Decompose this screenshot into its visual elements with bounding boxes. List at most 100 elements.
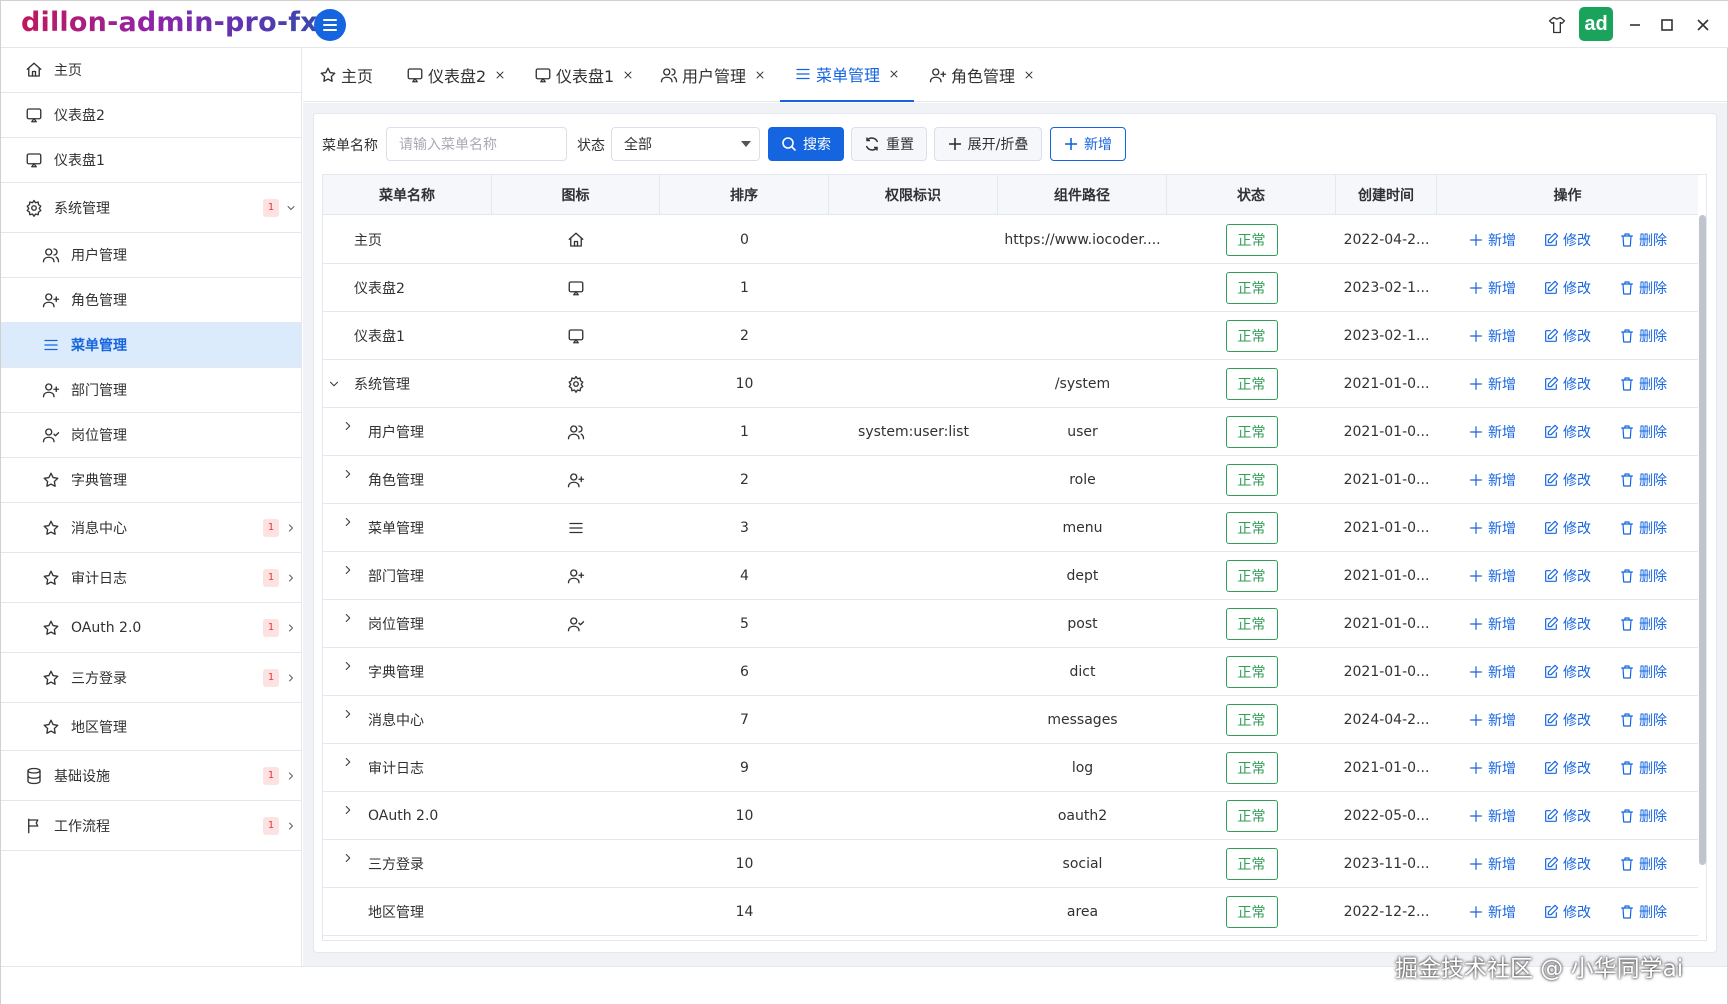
row-add-button[interactable]: 新增 — [1468, 456, 1516, 504]
sidebar-item[interactable]: 工作流程 1 — [1, 801, 301, 851]
sidebar-item[interactable]: 菜单管理 — [1, 323, 301, 368]
row-add-button[interactable]: 新增 — [1468, 888, 1516, 936]
row-add-button[interactable]: 新增 — [1468, 264, 1516, 312]
row-delete-button[interactable]: 删除 — [1619, 840, 1667, 888]
row-add-button[interactable]: 新增 — [1468, 600, 1516, 648]
close-icon[interactable] — [888, 68, 900, 80]
row-delete-button[interactable]: 删除 — [1619, 600, 1667, 648]
sidebar-item[interactable]: 仪表盘2 — [1, 93, 301, 138]
row-add-button[interactable]: 新增 — [1468, 216, 1516, 264]
row-edit-button[interactable]: 修改 — [1543, 504, 1591, 552]
chevron-right-icon[interactable] — [341, 450, 355, 498]
row-delete-button[interactable]: 删除 — [1619, 552, 1667, 600]
close-icon[interactable] — [1691, 11, 1715, 39]
chevron-right-icon[interactable] — [285, 820, 297, 832]
tab[interactable]: 仪表盘1 — [520, 48, 648, 102]
row-edit-button[interactable]: 修改 — [1543, 696, 1591, 744]
row-edit-button[interactable]: 修改 — [1543, 840, 1591, 888]
row-add-button[interactable]: 新增 — [1468, 360, 1516, 408]
status-select[interactable]: 全部 — [611, 127, 760, 161]
row-add-button[interactable]: 新增 — [1468, 744, 1516, 792]
tab[interactable]: 主页 — [305, 48, 387, 102]
table-row[interactable]: 地区管理 14 area 正常 2022-12-2... 新增 修改 删除 — [323, 888, 1698, 936]
table-row[interactable]: 岗位管理 5 post 正常 2021-01-0... 新增 修改 删除 — [323, 600, 1698, 648]
table-row[interactable]: 系统管理 10/system 正常 2021-01-0... 新增 修改 删除 — [323, 360, 1698, 408]
row-delete-button[interactable]: 删除 — [1619, 696, 1667, 744]
row-delete-button[interactable]: 删除 — [1619, 312, 1667, 360]
chevron-right-icon[interactable] — [341, 690, 355, 738]
row-edit-button[interactable]: 修改 — [1543, 456, 1591, 504]
row-delete-button[interactable]: 删除 — [1619, 648, 1667, 696]
row-edit-button[interactable]: 修改 — [1543, 216, 1591, 264]
row-add-button[interactable]: 新增 — [1468, 792, 1516, 840]
expand-collapse-button[interactable]: 展开/折叠 — [934, 127, 1042, 161]
row-edit-button[interactable]: 修改 — [1543, 648, 1591, 696]
row-add-button[interactable]: 新增 — [1468, 696, 1516, 744]
table-row[interactable]: OAuth 2.0 10 oauth2 正常 2022-05-0... 新增 修改 删除 — [323, 792, 1698, 840]
avatar[interactable]: ad — [1579, 7, 1613, 41]
chevron-down-icon[interactable] — [327, 360, 341, 408]
sidebar-item[interactable]: 地区管理 — [1, 703, 301, 751]
sidebar-item[interactable]: 消息中心 1 — [1, 503, 301, 553]
table-row[interactable]: 角色管理 2 role 正常 2021-01-0... 新增 修改 删除 — [323, 456, 1698, 504]
table-row[interactable]: 部门管理 4 dept 正常 2021-01-0... 新增 修改 删除 — [323, 552, 1698, 600]
minimize-icon[interactable] — [1623, 11, 1647, 39]
row-edit-button[interactable]: 修改 — [1543, 408, 1591, 456]
row-edit-button[interactable]: 修改 — [1543, 552, 1591, 600]
row-edit-button[interactable]: 修改 — [1543, 744, 1591, 792]
table-row[interactable]: 用户管理 1 system:user:list user 正常 2021-01-0... 新… — [323, 408, 1698, 456]
table-row[interactable]: 主页 0 https://www.iocoder.... 正常 2022-04-2...… — [323, 216, 1698, 264]
row-delete-button[interactable]: 删除 — [1619, 216, 1667, 264]
chevron-right-icon[interactable] — [285, 770, 297, 782]
row-delete-button[interactable]: 删除 — [1619, 264, 1667, 312]
row-delete-button[interactable]: 删除 — [1619, 504, 1667, 552]
table-row[interactable]: 仪表盘1 2 正常 2023-02-1... 新增 修改 删除 — [323, 312, 1698, 360]
chevron-right-icon[interactable] — [341, 642, 355, 690]
chevron-right-icon[interactable] — [341, 594, 355, 642]
tab[interactable]: 仪表盘2 — [392, 48, 520, 102]
row-add-button[interactable]: 新增 — [1468, 504, 1516, 552]
menu-name-input[interactable]: 请输入菜单名称 — [386, 127, 567, 161]
row-delete-button[interactable]: 删除 — [1619, 408, 1667, 456]
table-row[interactable]: 三方登录 10 social 正常 2023-11-0... 新增 修改 删除 — [323, 840, 1698, 888]
search-button[interactable]: 搜索 — [768, 127, 844, 161]
chevron-right-icon[interactable] — [341, 498, 355, 546]
chevron-right-icon[interactable] — [341, 738, 355, 786]
chevron-right-icon[interactable] — [341, 834, 355, 882]
close-icon[interactable] — [494, 69, 506, 81]
sidebar-item[interactable]: 岗位管理 — [1, 413, 301, 458]
sidebar-item[interactable]: 主页 — [1, 48, 301, 93]
sidebar-item[interactable]: 仪表盘1 — [1, 138, 301, 183]
table-row[interactable]: 仪表盘2 1 正常 2023-02-1... 新增 修改 删除 — [323, 264, 1698, 312]
sidebar-item[interactable]: 角色管理 — [1, 278, 301, 323]
row-delete-button[interactable]: 删除 — [1619, 360, 1667, 408]
sidebar-item[interactable]: 三方登录 1 — [1, 653, 301, 703]
row-edit-button[interactable]: 修改 — [1543, 360, 1591, 408]
sidebar-item[interactable]: 字典管理 — [1, 458, 301, 503]
row-edit-button[interactable]: 修改 — [1543, 312, 1591, 360]
theme-icon[interactable] — [1545, 11, 1569, 39]
row-edit-button[interactable]: 修改 — [1543, 792, 1591, 840]
row-edit-button[interactable]: 修改 — [1543, 888, 1591, 936]
row-edit-button[interactable]: 修改 — [1543, 264, 1591, 312]
sidebar-item[interactable]: 审计日志 1 — [1, 553, 301, 603]
row-add-button[interactable]: 新增 — [1468, 840, 1516, 888]
sidebar-item[interactable]: OAuth 2.0 1 — [1, 603, 301, 653]
sidebar-item[interactable]: 部门管理 — [1, 368, 301, 413]
sidebar-item[interactable]: 用户管理 — [1, 233, 301, 278]
sidebar-item[interactable]: 基础设施 1 — [1, 751, 301, 801]
chevron-down-icon[interactable] — [285, 202, 297, 214]
row-edit-button[interactable]: 修改 — [1543, 600, 1591, 648]
tab[interactable]: 角色管理 — [915, 48, 1049, 102]
row-delete-button[interactable]: 删除 — [1619, 456, 1667, 504]
chevron-right-icon[interactable] — [285, 672, 297, 684]
close-icon[interactable] — [1023, 69, 1035, 81]
chevron-right-icon[interactable] — [341, 402, 355, 450]
chevron-right-icon[interactable] — [341, 546, 355, 594]
menu-toggle-button[interactable] — [314, 9, 346, 41]
chevron-right-icon[interactable] — [285, 622, 297, 634]
table-scrollbar[interactable] — [1699, 215, 1706, 865]
table-row[interactable]: 菜单管理 3 menu 正常 2021-01-0... 新增 修改 删除 — [323, 504, 1698, 552]
table-row[interactable]: 消息中心 7 messages 正常 2024-04-2... 新增 修改 删除 — [323, 696, 1698, 744]
row-delete-button[interactable]: 删除 — [1619, 744, 1667, 792]
